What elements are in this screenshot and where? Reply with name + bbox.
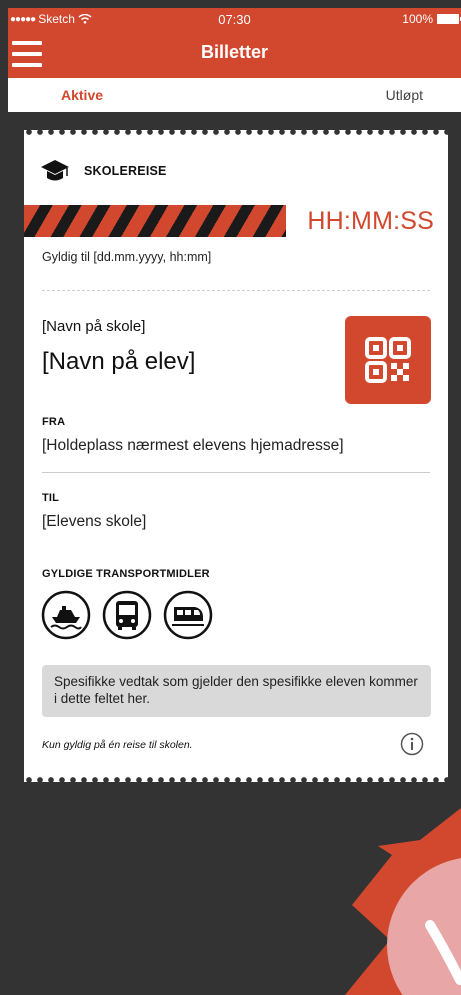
app-header: ●●●●● Sketch 07:30 100% Billetter <box>8 8 461 78</box>
qr-code-button[interactable] <box>345 316 431 404</box>
validity-stripe <box>24 205 286 237</box>
battery-icon <box>437 14 461 24</box>
ticket-card[interactable]: SKOLEREISE HH:MM:SS Gyldig til [dd.mm.yy… <box>24 129 448 783</box>
info-icon[interactable] <box>400 732 424 756</box>
from-value: [Holdeplass nærmest elevens hjemadresse] <box>42 437 344 454</box>
boat-icon <box>41 590 91 640</box>
divider <box>42 472 430 473</box>
ticket-type-label: SKOLEREISE <box>84 164 167 178</box>
status-time: 07:30 <box>218 11 251 27</box>
tab-active[interactable]: Aktive <box>61 87 103 103</box>
bus-icon <box>102 590 152 640</box>
from-label: FRA <box>42 416 66 428</box>
valid-until: Gyldig til [dd.mm.yyyy, hh:mm] <box>42 250 212 264</box>
footer-note: Kun gyldig på én reise til skolen. <box>42 739 193 751</box>
ticket-type: SKOLEREISE <box>40 158 167 184</box>
to-value: [Elevens skole] <box>42 513 147 530</box>
page-title: Billetter <box>200 42 269 62</box>
ticket-edge-top <box>24 129 448 135</box>
tab-bar: Aktive Utløpt <box>8 78 461 112</box>
notice-box: Spesifikke vedtak som gjelder den spesif… <box>42 665 431 717</box>
status-bar: ●●●●● Sketch 07:30 100% <box>8 8 461 30</box>
school-name: [Navn på skole] <box>42 318 146 335</box>
battery-percent: 100% <box>402 12 433 26</box>
train-icon <box>163 590 213 640</box>
tab-expired[interactable]: Utløpt <box>386 87 423 103</box>
title-bar: Billetter <box>8 36 461 72</box>
countdown-timer: HH:MM:SS <box>307 207 434 235</box>
ticket-edge-bottom <box>24 777 448 783</box>
transport-modes <box>41 590 213 640</box>
dashed-divider <box>42 290 430 291</box>
transport-label: GYLDIGE TRANSPORTMIDLER <box>42 568 210 580</box>
graduation-cap-icon <box>41 160 69 181</box>
qr-code-icon <box>365 337 411 383</box>
status-right: 100% <box>402 12 461 26</box>
student-name: [Navn på elev] <box>42 348 196 375</box>
to-label: TIL <box>42 492 60 504</box>
